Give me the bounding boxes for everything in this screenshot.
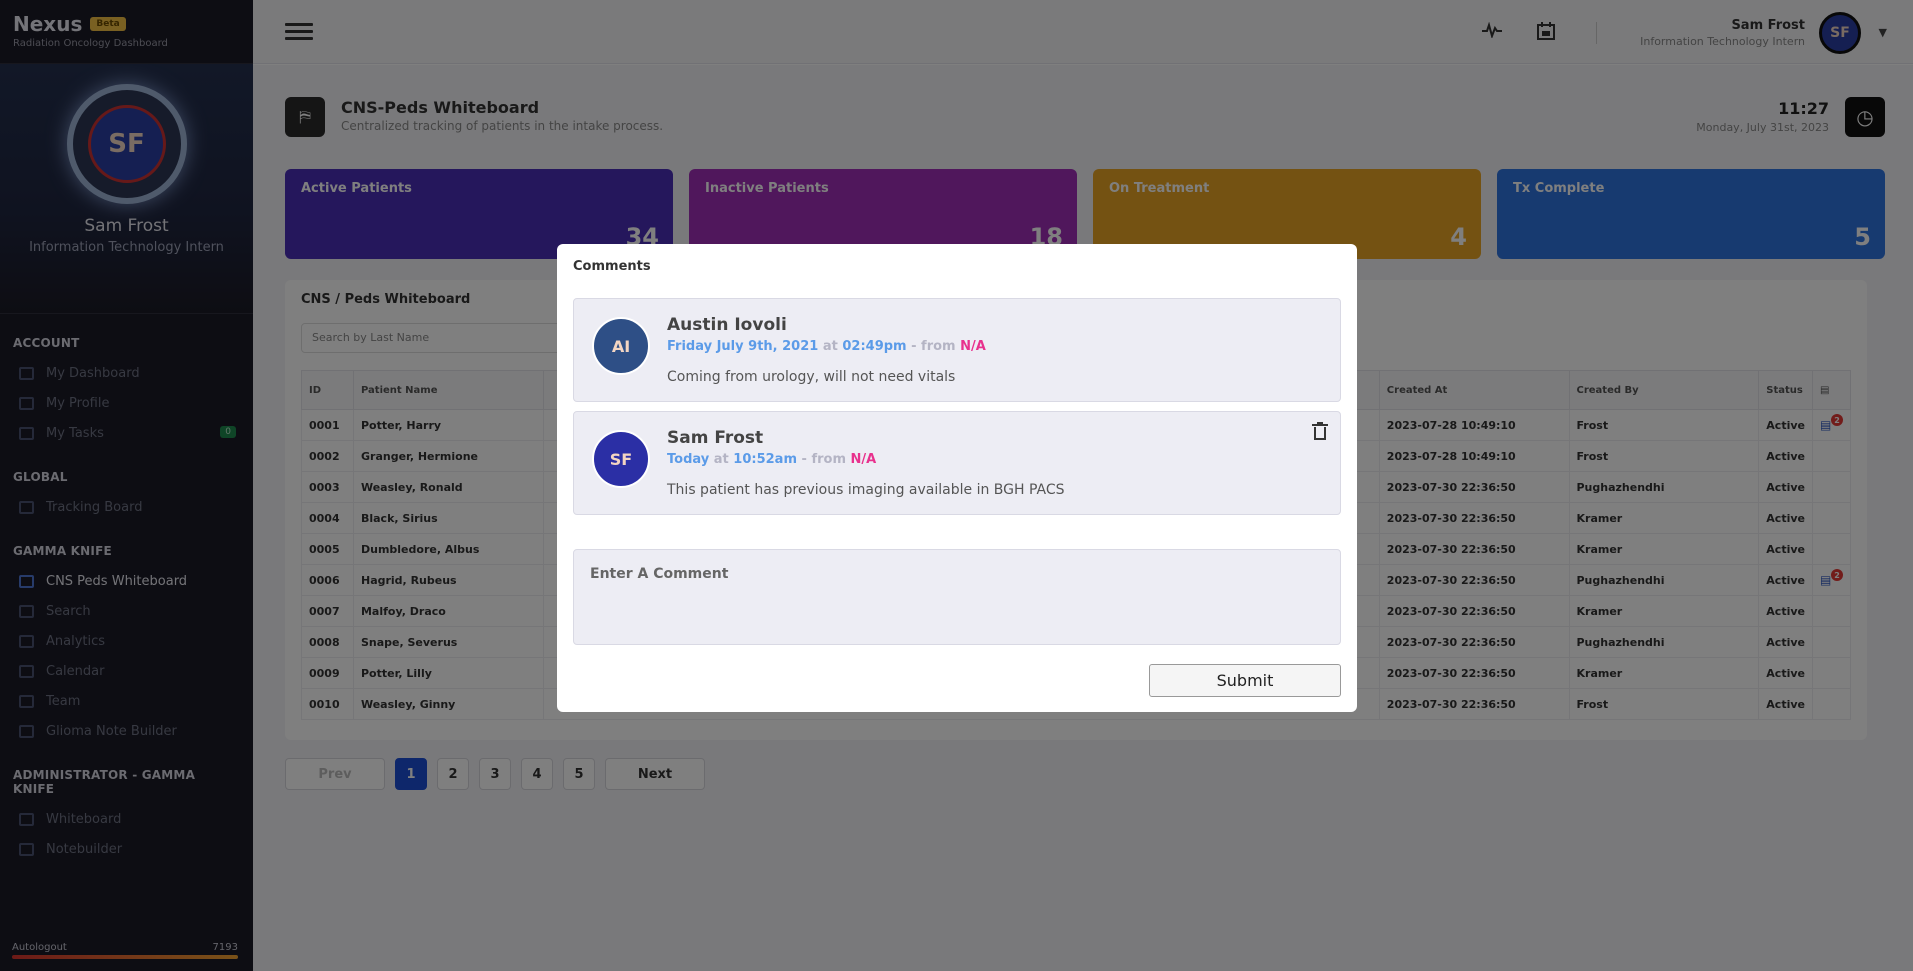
- comment-text: This patient has previous imaging availa…: [667, 482, 1065, 498]
- trash-icon[interactable]: [1312, 422, 1328, 440]
- comment-time: 02:49pm: [842, 339, 907, 354]
- avatar: SF: [592, 430, 650, 488]
- comment-source: N/A: [850, 452, 877, 467]
- comment-input[interactable]: [573, 549, 1341, 645]
- comment-card: AI Austin Iovoli Friday July 9th, 2021 a…: [573, 298, 1341, 402]
- comment-author: Sam Frost: [667, 428, 764, 448]
- comment-card: SF Sam Frost Today at 10:52am - from N/A…: [573, 411, 1341, 515]
- comments-modal: Comments AI Austin Iovoli Friday July 9t…: [557, 244, 1357, 712]
- comment-date: Today: [667, 452, 710, 467]
- comment-source: N/A: [960, 339, 986, 354]
- modal-title: Comments: [573, 259, 651, 274]
- comment-from-label: - from: [801, 452, 846, 467]
- comment-date: Friday July 9th, 2021: [667, 339, 819, 354]
- comment-meta: Today at 10:52am - from N/A: [667, 452, 876, 467]
- comment-text: Coming from urology, will not need vital…: [667, 369, 956, 385]
- submit-button[interactable]: Submit: [1149, 664, 1341, 697]
- comment-from-label: - from: [911, 339, 956, 354]
- comment-at: at: [822, 339, 838, 354]
- comment-meta: Friday July 9th, 2021 at 02:49pm - from …: [667, 339, 986, 354]
- comment-time: 10:52am: [733, 452, 797, 467]
- comment-at: at: [713, 452, 729, 467]
- avatar: AI: [592, 317, 650, 375]
- comment-author: Austin Iovoli: [667, 315, 787, 335]
